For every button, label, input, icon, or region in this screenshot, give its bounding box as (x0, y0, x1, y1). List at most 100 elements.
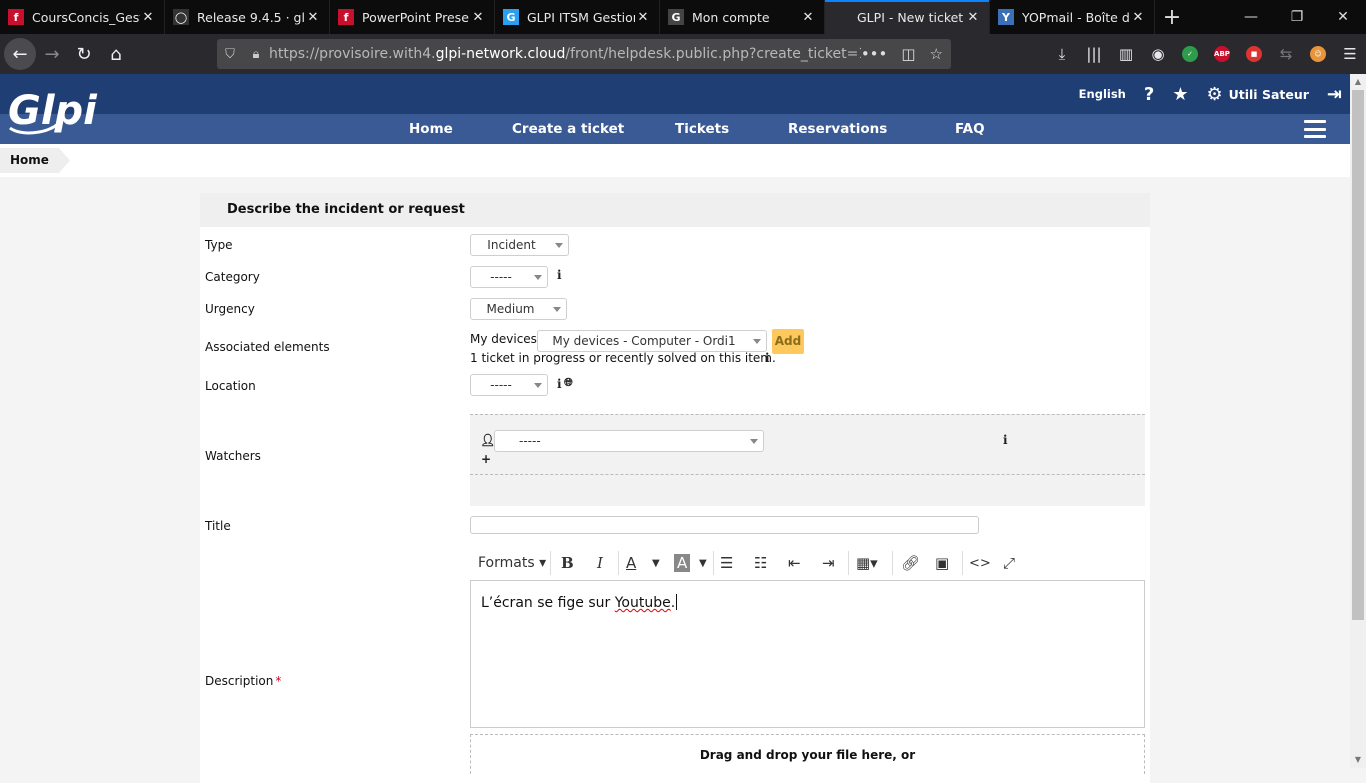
adblock-icon[interactable]: ABP (1206, 34, 1238, 74)
type-select[interactable]: Incident (470, 234, 569, 256)
menu-reservations[interactable]: Reservations (788, 114, 887, 144)
chevron-down-icon[interactable]: ▼ (652, 552, 660, 574)
help-icon[interactable]: ? (1144, 84, 1154, 105)
tab-favicon-icon: G (668, 9, 684, 25)
tab-favicon-icon: G (503, 9, 519, 25)
extension-puzzle-icon[interactable]: ⇆ (1270, 34, 1302, 74)
close-tab-icon[interactable]: ✕ (470, 10, 486, 25)
library-icon[interactable]: ||| (1078, 34, 1110, 74)
outdent-icon[interactable]: ⇤ (788, 552, 801, 574)
sidebar-icon[interactable]: ▥ (1110, 34, 1142, 74)
watchers-panel (470, 414, 1145, 506)
indent-icon[interactable]: ⇥ (822, 552, 835, 574)
info-icon[interactable]: i (765, 351, 770, 365)
browser-tab[interactable]: G GLPI ITSM Gestion d✕ (495, 0, 660, 34)
close-tab-icon[interactable]: ✕ (1130, 10, 1146, 25)
device-select[interactable]: My devices - Computer - Ordi1 (537, 330, 767, 352)
lock-icon[interactable]: 🔒︎ (243, 47, 269, 62)
browser-tab[interactable]: ◯ Release 9.4.5 · glpi-p✕ (165, 0, 330, 34)
scroll-down-icon[interactable]: ▼ (1350, 752, 1366, 768)
new-tab-button[interactable]: + (1155, 0, 1189, 34)
chevron-down-icon[interactable]: ▼ (699, 552, 707, 574)
watcher-select[interactable]: ----- (494, 430, 764, 452)
close-tab-icon[interactable]: ✕ (140, 10, 156, 25)
restore-icon[interactable]: ❐ (1274, 0, 1320, 34)
account-icon[interactable]: ◉ (1142, 34, 1174, 74)
browser-tab[interactable]: f CoursConcis_Gestio✕ (0, 0, 165, 34)
my-devices-label: My devices (470, 332, 537, 346)
toolbar-separator (618, 551, 619, 575)
menu-icon[interactable]: ☰ (1334, 34, 1366, 74)
scroll-up-icon[interactable]: ▲ (1350, 74, 1366, 90)
browser-nav-bar: ← → ↻ ⌂ ⛉ 🔒︎ https://provisoire.with4.gl… (0, 34, 1366, 74)
browser-tab[interactable]: GLPI - New ticket ✕ (825, 0, 990, 34)
home-button[interactable]: ⌂ (100, 38, 132, 70)
link-icon[interactable]: 🔗︎ (901, 552, 920, 574)
title-input[interactable] (470, 516, 979, 534)
bullet-list-icon[interactable]: ☰ (720, 552, 733, 574)
logout-icon[interactable]: ⇥ (1327, 84, 1342, 105)
hamburger-menu-icon[interactable] (1304, 120, 1326, 138)
extension-red-icon[interactable]: ■ (1238, 34, 1270, 74)
info-icon[interactable]: i (557, 268, 562, 282)
image-icon[interactable]: ▣ (935, 552, 949, 574)
scrollbar-thumb[interactable] (1352, 90, 1364, 620)
browser-tab[interactable]: Y YOPmail - Boîte de r✕ (990, 0, 1155, 34)
numbered-list-icon[interactable]: ☷ (754, 552, 767, 574)
toolbar-separator (892, 551, 893, 575)
extension-shield-icon[interactable]: ✓ (1174, 34, 1206, 74)
close-tab-icon[interactable]: ✕ (965, 10, 981, 25)
watchers-label: Watchers (205, 449, 261, 463)
language-selector[interactable]: English (1079, 87, 1126, 101)
globe-icon[interactable]: 🌐︎ (564, 376, 573, 390)
url-bar[interactable]: ⛉ 🔒︎ https://provisoire.with4.glpi-netwo… (217, 39, 951, 69)
menu-tickets[interactable]: Tickets (675, 114, 729, 144)
user-menu[interactable]: ⚙ Utili Sateur (1206, 84, 1308, 105)
minimize-icon[interactable]: — (1228, 0, 1274, 34)
close-tab-icon[interactable]: ✕ (305, 10, 321, 25)
category-select[interactable]: ----- (470, 266, 548, 288)
source-code-icon[interactable]: <> (969, 552, 991, 574)
extension-face-icon[interactable]: ☺ (1302, 34, 1334, 74)
close-window-icon[interactable]: ✕ (1320, 0, 1366, 34)
shield-icon[interactable]: ⛉ (217, 47, 243, 62)
location-select[interactable]: ----- (470, 374, 548, 396)
breadcrumb-home[interactable]: Home (0, 148, 70, 173)
italic-icon[interactable]: I (597, 552, 603, 574)
close-tab-icon[interactable]: ✕ (800, 10, 816, 25)
breadcrumb-bar (0, 144, 1350, 177)
menu-create-ticket[interactable]: Create a ticket (512, 114, 624, 144)
browser-tab[interactable]: G Mon compte ✕ (660, 0, 825, 34)
favorites-star-icon[interactable]: ★ (1172, 84, 1188, 105)
browser-tab[interactable]: f PowerPoint Presenta✕ (330, 0, 495, 34)
download-icon[interactable]: ⤓ (1046, 34, 1078, 74)
glpi-logo[interactable]: Glpi (6, 84, 98, 138)
bold-icon[interactable]: B (561, 552, 574, 574)
background-color-icon[interactable]: A (674, 554, 691, 572)
toolbar-separator (848, 551, 849, 575)
close-tab-icon[interactable]: ✕ (635, 10, 651, 25)
formats-dropdown[interactable]: Formats ▾ (478, 552, 546, 574)
menu-faq[interactable]: FAQ (955, 114, 985, 144)
urgency-select[interactable]: Medium (470, 298, 567, 320)
chevron-down-icon (534, 275, 542, 280)
info-icon[interactable]: i (557, 377, 562, 391)
text-color-icon[interactable]: A (626, 552, 636, 574)
tab-title: CoursConcis_Gestio (32, 9, 140, 25)
ticket-note: 1 ticket in progress or recently solved … (470, 351, 776, 365)
table-icon[interactable]: ▦▾ (856, 552, 878, 574)
info-icon[interactable]: i (1003, 433, 1008, 447)
back-button[interactable]: ← (4, 38, 36, 70)
add-watcher-icon[interactable]: + (481, 452, 491, 466)
url-text[interactable]: https://provisoire.with4.glpi-network.cl… (269, 46, 861, 62)
reload-button[interactable]: ↻ (68, 38, 100, 70)
fullscreen-icon[interactable]: ⤢ (1003, 552, 1015, 574)
page-actions-icon[interactable]: ••• (861, 45, 888, 63)
forward-button[interactable]: → (36, 38, 68, 70)
pocket-icon[interactable]: ◫ (901, 45, 915, 63)
bookmark-star-icon[interactable]: ☆ (930, 45, 943, 63)
description-content[interactable]: L’écran se fige sur Youtube. (481, 594, 678, 611)
urgency-label: Urgency (205, 302, 255, 316)
menu-home[interactable]: Home (409, 114, 453, 144)
add-device-button[interactable]: Add (772, 329, 804, 354)
